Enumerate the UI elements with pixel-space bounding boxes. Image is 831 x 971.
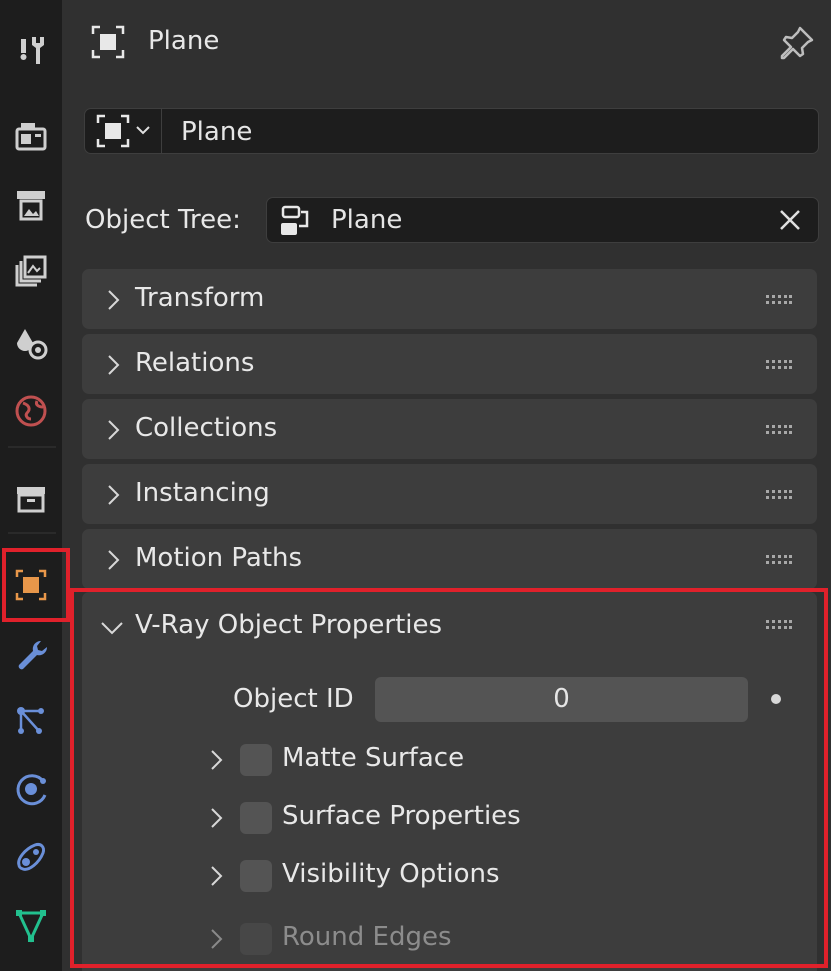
tab-render[interactable] [0, 106, 62, 168]
visibility-options-checkbox[interactable] [240, 860, 272, 892]
properties-editor: Plane Plane Object Tree: Plane Transform… [62, 0, 831, 971]
drag-handle-icon[interactable] [766, 555, 792, 565]
panel-title: Motion Paths [135, 543, 303, 573]
tab-tool[interactable] [0, 20, 62, 82]
constraints-icon [17, 843, 45, 871]
object-tree-field[interactable]: Plane [266, 197, 819, 243]
data-icon [16, 910, 46, 943]
tab-world[interactable] [0, 380, 62, 442]
object-tree-label: Object Tree: [85, 205, 241, 235]
panel-title: Relations [135, 348, 255, 378]
panel-title: Instancing [135, 478, 270, 508]
panel-title[interactable]: V-Ray Object Properties [135, 610, 442, 640]
drag-handle-icon[interactable] [766, 295, 792, 305]
chevron-right-icon [108, 290, 120, 310]
object-id-field[interactable]: 0 [375, 677, 748, 722]
subpanel-round-edges[interactable]: Round Edges [204, 919, 704, 959]
surface-properties-checkbox[interactable] [240, 802, 272, 834]
drag-handle-icon[interactable] [766, 490, 792, 500]
view-layer-icon [15, 255, 47, 287]
object-id-label: Object ID [233, 684, 354, 714]
tab-particles[interactable] [0, 690, 62, 752]
collection-icon [17, 487, 45, 513]
panel-transform[interactable]: Transform [82, 269, 817, 329]
subpanel-label: Matte Surface [282, 743, 465, 773]
subpanel-label: Round Edges [282, 922, 452, 952]
chevron-down-icon [136, 126, 150, 135]
panel-relations[interactable]: Relations [82, 334, 817, 394]
drag-handle-icon[interactable] [766, 620, 792, 630]
chevron-right-icon [108, 485, 120, 505]
panel-vray-object-properties: V-Ray Object Properties Object ID 0 Matt… [82, 592, 817, 971]
chevron-right-icon [211, 866, 223, 886]
tab-output[interactable] [0, 174, 62, 236]
panel-title: Collections [135, 413, 278, 443]
physics-icon [16, 774, 47, 806]
tab-collection[interactable] [0, 468, 62, 530]
object-browse-button[interactable] [85, 109, 162, 153]
object-tree-value: Plane [331, 205, 403, 235]
chevron-right-icon [108, 550, 120, 570]
object-datablock-selector: Plane [84, 108, 819, 154]
subpanel-label: Surface Properties [282, 801, 521, 831]
subpanel-matte-surface[interactable]: Matte Surface [204, 740, 704, 780]
tab-scene[interactable] [0, 312, 62, 374]
chevron-down-icon[interactable] [100, 620, 124, 636]
tab-data[interactable] [0, 894, 62, 956]
modifier-icon [18, 640, 48, 670]
highlight-object-tab [2, 548, 70, 622]
chevron-right-icon [108, 420, 120, 440]
subpanel-surface-properties[interactable]: Surface Properties [204, 798, 704, 838]
scene-icon [17, 329, 48, 360]
properties-tab-bar [0, 0, 62, 971]
object-icon [91, 25, 125, 59]
tab-physics[interactable] [0, 758, 62, 820]
panel-motion-paths[interactable]: Motion Paths [82, 529, 817, 589]
subpanel-visibility-options[interactable]: Visibility Options [204, 856, 704, 896]
close-icon[interactable] [777, 207, 803, 233]
output-icon [17, 191, 45, 221]
drag-handle-icon[interactable] [766, 360, 792, 370]
chevron-right-icon [108, 355, 120, 375]
pin-icon[interactable] [776, 24, 816, 64]
tool-icon [20, 37, 44, 64]
node-tree-icon [281, 205, 309, 235]
world-icon [15, 395, 47, 427]
tab-modifier[interactable] [0, 624, 62, 686]
panel-title: Transform [135, 283, 265, 313]
chevron-right-icon [211, 929, 223, 949]
panel-instancing[interactable]: Instancing [82, 464, 817, 524]
particles-icon [17, 707, 44, 734]
panel-collections[interactable]: Collections [82, 399, 817, 459]
tab-constraints[interactable] [0, 826, 62, 888]
matte-surface-checkbox[interactable] [240, 744, 272, 776]
round-edges-checkbox[interactable] [240, 923, 272, 955]
object-icon [96, 114, 130, 148]
tab-separator [8, 446, 56, 448]
subpanel-label: Visibility Options [282, 859, 500, 889]
tab-separator [8, 532, 56, 534]
keyframe-dot-icon[interactable] [771, 694, 781, 704]
chevron-right-icon [211, 750, 223, 770]
drag-handle-icon[interactable] [766, 425, 792, 435]
chevron-right-icon [211, 808, 223, 828]
render-icon [15, 123, 47, 151]
object-name-field[interactable]: Plane [181, 117, 252, 147]
context-title: Plane [148, 26, 220, 56]
tab-view-layer[interactable] [0, 240, 62, 302]
